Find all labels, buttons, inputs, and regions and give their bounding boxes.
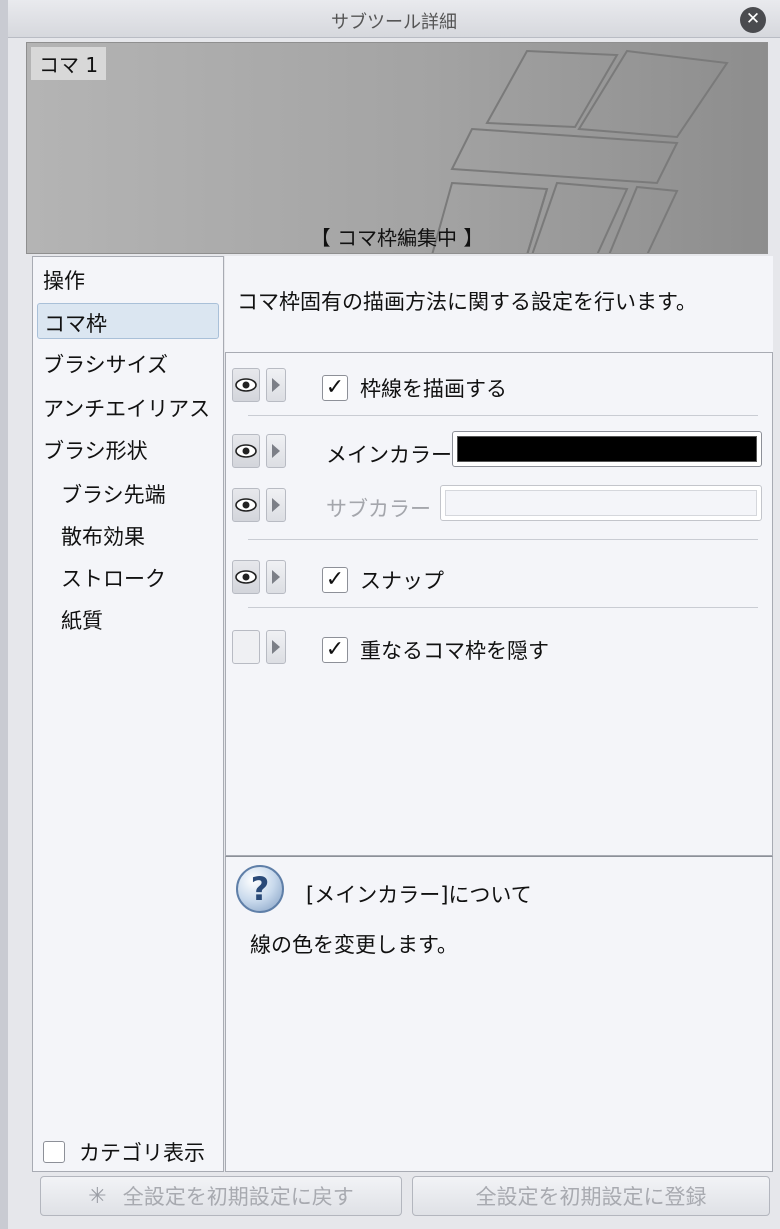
eye-icon[interactable] (232, 368, 260, 402)
setting-row-hide-overlap: ✓ 重なるコマ枠を隠す (226, 623, 772, 665)
sidebar-item-operation[interactable]: 操作 (43, 265, 85, 295)
hide-overlap-label: 重なるコマ枠を隠す (360, 639, 549, 663)
editing-status: 【 コマ枠編集中 】 (310, 226, 484, 250)
setting-row-draw-border: ✓ 枠線を描画する (226, 361, 772, 403)
sidebar-item-brush-size[interactable]: ブラシサイズ (43, 349, 168, 379)
register-default-button[interactable]: 全設定を初期設定に登録 (412, 1176, 770, 1216)
setting-row-snap: ✓ スナップ (226, 553, 772, 595)
category-display-toggle[interactable]: カテゴリ表示 (43, 1137, 205, 1167)
eye-icon[interactable] (232, 560, 260, 594)
category-display-checkbox[interactable] (43, 1141, 65, 1163)
eye-icon[interactable] (232, 488, 260, 522)
description-text: コマ枠固有の描画方法に関する設定を行います。 (237, 290, 697, 314)
help-title: [メインカラー]について (306, 883, 532, 907)
setting-row-sub-color: サブカラー (226, 481, 772, 522)
panel-label: コマ 1 (31, 47, 107, 80)
snap-checkbox[interactable]: ✓ スナップ (322, 565, 444, 595)
checkmark-icon[interactable]: ✓ (322, 375, 348, 401)
category-description: コマ枠固有の描画方法に関する設定を行います。 (225, 256, 773, 352)
reset-button-label: 全設定を初期設定に戻す (122, 1185, 354, 1209)
sidebar-item-paper-texture[interactable]: 紙質 (61, 605, 103, 635)
window-title: サブツール詳細 (331, 12, 457, 33)
expand-arrow-icon[interactable] (266, 368, 286, 402)
divider (248, 607, 758, 608)
draw-border-label: 枠線を描画する (360, 377, 507, 401)
help-body: 線の色を変更します。 (250, 933, 458, 957)
hide-overlap-checkbox[interactable]: ✓ 重なるコマ枠を隠す (322, 635, 549, 665)
title-bar[interactable]: サブツール詳細 ✕ (8, 0, 780, 38)
settings-panel: ✓ 枠線を描画する メインカラー サブカラー ✓ スナップ ✓ 重なるコマ枠を隠… (225, 352, 773, 856)
sub-color-fill (445, 490, 757, 516)
eye-hidden-icon[interactable] (232, 630, 260, 664)
reset-to-default-button[interactable]: ✳ 全設定を初期設定に戻す (40, 1176, 402, 1216)
register-button-label: 全設定を初期設定に登録 (475, 1185, 707, 1209)
sidebar-item-brush-shape[interactable]: ブラシ形状 (43, 435, 148, 465)
snap-label: スナップ (360, 569, 444, 593)
category-display-label: カテゴリ表示 (79, 1141, 205, 1165)
category-sidebar: 操作 コマ枠 ブラシサイズ アンチエイリアス ブラシ形状 ブラシ先端 散布効果 … (32, 256, 224, 1172)
checkmark-icon[interactable]: ✓ (322, 637, 348, 663)
sub-color-swatch[interactable] (440, 485, 762, 521)
setting-row-main-color: メインカラー (226, 427, 772, 468)
help-panel: ? [メインカラー]について 線の色を変更します。 (225, 856, 773, 1172)
question-icon: ? (236, 865, 284, 913)
expand-arrow-icon[interactable] (266, 434, 286, 468)
sidebar-item-brush-tip[interactable]: ブラシ先端 (61, 479, 166, 509)
main-color-label: メインカラー (326, 443, 452, 467)
sub-color-label: サブカラー (326, 497, 431, 521)
reset-spinner-icon: ✳ (88, 1183, 107, 1209)
eye-icon[interactable] (232, 434, 260, 468)
divider (248, 415, 758, 416)
sidebar-item-spray-effect[interactable]: 散布効果 (61, 521, 145, 551)
expand-arrow-icon[interactable] (266, 630, 286, 664)
sidebar-item-stroke[interactable]: ストローク (61, 563, 166, 593)
close-icon[interactable]: ✕ (740, 7, 766, 33)
divider (248, 539, 758, 540)
draw-border-checkbox[interactable]: ✓ 枠線を描画する (322, 373, 507, 403)
main-color-fill (457, 436, 757, 462)
checkmark-icon[interactable]: ✓ (322, 567, 348, 593)
expand-arrow-icon[interactable] (266, 560, 286, 594)
expand-arrow-icon[interactable] (266, 488, 286, 522)
preview-area: コマ 1 【 コマ枠編集中 】 (26, 42, 768, 254)
subtool-detail-window: サブツール詳細 ✕ コマ 1 【 コマ枠編集中 】 操作 コマ枠 ブラシサイズ … (0, 0, 780, 1229)
sidebar-item-antialiasing[interactable]: アンチエイリアス (43, 393, 210, 423)
main-color-swatch[interactable] (452, 431, 762, 467)
sidebar-item-panel-frame[interactable]: コマ枠 (37, 303, 219, 339)
